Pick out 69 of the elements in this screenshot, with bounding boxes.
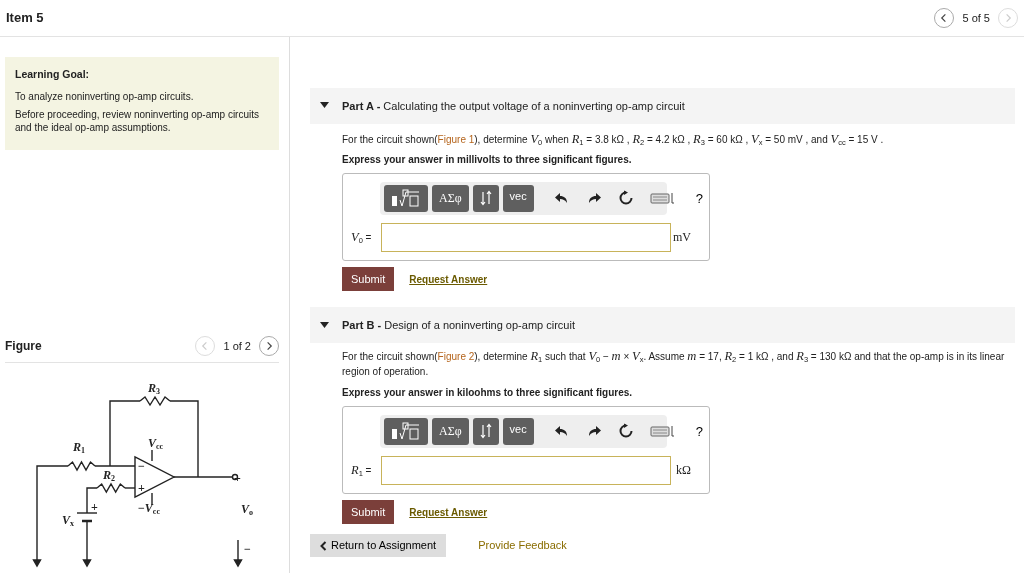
answer-label: R$_{1}$ = bbox=[351, 461, 373, 480]
chevron-left-icon bbox=[320, 540, 327, 551]
up-down-arrows-icon bbox=[479, 423, 492, 440]
circuit-label: − bbox=[138, 460, 145, 473]
template-icon bbox=[391, 421, 421, 442]
collapse-toggle-icon[interactable] bbox=[320, 321, 329, 329]
figure-link[interactable]: Figure 1 bbox=[437, 134, 475, 145]
part-title: Part B - Design of a noninverting op-amp circuit bbox=[342, 318, 575, 334]
chevron-right-icon bbox=[264, 340, 274, 353]
next-button[interactable] bbox=[259, 336, 279, 357]
answer-label: V$_{0}$ = bbox=[351, 229, 373, 247]
instruction-text: Express your answer in kiloohms to three significant figures. bbox=[342, 385, 634, 400]
circuit-label: V$_{cc}$ bbox=[148, 437, 164, 450]
circuit-label: −V$_{cc}$ bbox=[138, 502, 160, 515]
circuit-label: R$_{1}$ bbox=[73, 441, 85, 454]
goal-heading: Learning Goal: bbox=[15, 67, 91, 82]
previous-button[interactable] bbox=[934, 8, 955, 28]
figure-title: Figure bbox=[5, 338, 42, 356]
keyboard-button[interactable] bbox=[649, 191, 676, 206]
goal-text: Before proceeding, review noninverting op-amp circuits and the ideal op-amp assumptions. bbox=[15, 109, 260, 135]
symbols-button[interactable]: ΑΣφ bbox=[432, 417, 469, 445]
reset-icon bbox=[617, 190, 634, 207]
reset-icon bbox=[617, 423, 634, 440]
arrows-button[interactable] bbox=[472, 184, 499, 212]
keyboard-button[interactable] bbox=[649, 424, 676, 439]
circuit-label: R$_{2}$ bbox=[103, 469, 115, 482]
template-button[interactable] bbox=[384, 184, 428, 212]
part-title: Part A - Calculating the output voltage of a noninverting op-amp circuit bbox=[342, 98, 685, 114]
goal-text: To analyze noninverting op-amp circuits. bbox=[15, 90, 195, 104]
circuit-label: + bbox=[91, 501, 98, 514]
page-counter: 1 of 2 bbox=[223, 339, 251, 354]
part-header[interactable]: Part B - Design of a noninverting op-amp circuit bbox=[310, 307, 1015, 344]
unit-label: kΩ bbox=[676, 462, 691, 480]
circuit-label: V$_{o}$ bbox=[241, 503, 253, 516]
problem-statement: For the circuit shown(Figure 2), determine R$_{1}$ such that V$_{0}$ − m × V$_{x}$. Assume m = 17, R$_{2}$ = 1 kΩ , and R$_{3}$ = 130 kΩ and that the op-amp is in its linear region of operation. bbox=[342, 348, 1006, 379]
chevron-right-icon bbox=[1003, 12, 1013, 24]
request-answer-link[interactable]: Request Answer bbox=[409, 271, 488, 287]
help-button[interactable]: ? bbox=[691, 421, 707, 441]
feedback-link[interactable]: Provide Feedback bbox=[478, 537, 567, 554]
figure-link[interactable]: Figure 2 bbox=[437, 351, 475, 363]
vector-button[interactable]: vec bbox=[502, 184, 534, 212]
circuit-label: + bbox=[138, 482, 145, 495]
item-title: Item 5 bbox=[6, 9, 44, 28]
keyboard-icon bbox=[649, 424, 676, 439]
submit-button[interactable]: Submit bbox=[342, 499, 395, 525]
up-down-arrows-icon bbox=[479, 190, 492, 207]
symbols-button[interactable]: ΑΣφ bbox=[432, 184, 469, 212]
submit-button[interactable]: Submit bbox=[342, 266, 395, 292]
reset-button[interactable] bbox=[617, 423, 634, 440]
page-counter: 5 of 5 bbox=[962, 10, 990, 26]
circuit-label: R$_{3}$ bbox=[148, 382, 160, 395]
answer-field[interactable] bbox=[381, 455, 671, 485]
template-icon bbox=[391, 188, 421, 209]
problem-statement: For the circuit shown(Figure 1), determine V$_{0}$ when R$_{1}$ = 3.8 kΩ , R$_{2}$ = 4.2 kΩ , R$_{3}$ = 60 kΩ , V$_{x}$ = 50 mV , and V$_{cc}$ = 15 V . bbox=[342, 131, 885, 148]
answer-field[interactable] bbox=[381, 222, 671, 252]
keyboard-icon bbox=[649, 191, 676, 206]
reset-button[interactable] bbox=[617, 190, 634, 207]
instruction-text: Express your answer in millivolts to three significant figures. bbox=[342, 152, 633, 167]
return-button[interactable]: Return to Assignment bbox=[310, 534, 447, 557]
help-button[interactable]: ? bbox=[691, 188, 707, 209]
request-answer-link[interactable]: Request Answer bbox=[409, 504, 488, 520]
circuit-label: − bbox=[244, 543, 251, 556]
template-button[interactable] bbox=[384, 417, 428, 445]
circuit-label: V$_{x}$ bbox=[62, 514, 74, 527]
vector-button[interactable]: vec bbox=[502, 417, 534, 445]
collapse-toggle-icon[interactable] bbox=[320, 102, 329, 110]
arrows-button[interactable] bbox=[472, 417, 499, 445]
unit-label: mV bbox=[673, 229, 691, 247]
part-header[interactable]: Part A - Calculating the output voltage of a noninverting op-amp circuit bbox=[310, 88, 1015, 124]
